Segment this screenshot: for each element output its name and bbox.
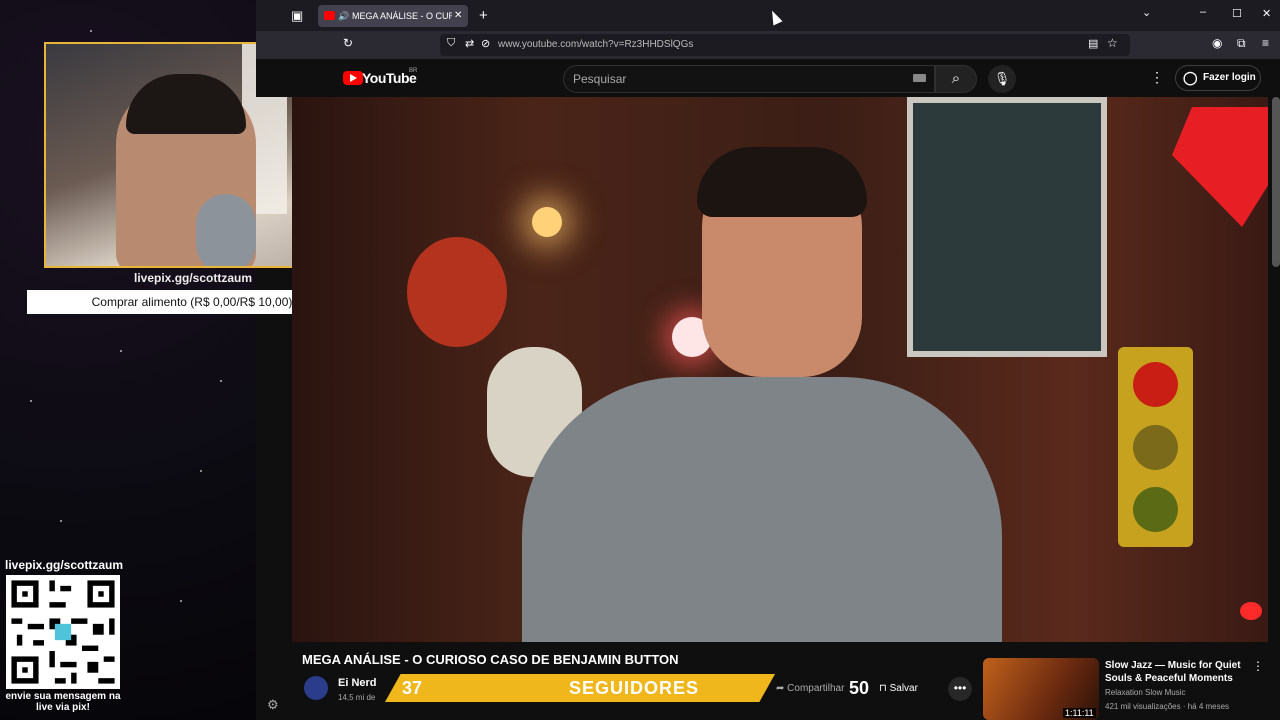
recommended-title[interactable]: Slow Jazz — Music for Quiet Souls & Peac… xyxy=(1105,659,1245,685)
qr-label: livepix.gg/scottzaum xyxy=(5,558,124,572)
maximize-button[interactable]: ☐ xyxy=(1232,7,1242,20)
video-title: MEGA ANÁLISE - O CURIOSO CASO DE BENJAMI… xyxy=(302,652,679,667)
tab-overview-icon[interactable]: ▣ xyxy=(291,8,303,24)
bookmark-star-icon[interactable]: ☆ xyxy=(1107,36,1118,50)
keyboard-icon[interactable] xyxy=(913,74,926,82)
speaker-icon[interactable]: 🔊 xyxy=(338,5,349,27)
recommended-menu-icon[interactable]: ⋮ xyxy=(1252,659,1264,673)
followers-goal: 50 xyxy=(849,678,870,698)
recommended-meta: 421 mil visualizações · há 4 meses xyxy=(1105,702,1230,711)
permissions-icon[interactable]: ⇄ xyxy=(465,37,474,50)
thumbnail-duration: 1:11:11 xyxy=(1063,708,1096,718)
autoplay-blocked-icon[interactable]: ⊘ xyxy=(481,37,490,50)
reader-view-icon[interactable]: ▤ xyxy=(1088,37,1098,50)
browser-tab[interactable]: 🔊 MEGA ANÁLISE - O CURIOSO ✕ xyxy=(318,5,468,27)
tab-list-chevron-icon[interactable]: ⌄ xyxy=(1142,6,1151,19)
channel-subscribers: 14,5 mi de xyxy=(338,693,376,702)
account-icon[interactable]: ◉ xyxy=(1212,36,1222,50)
close-window-button[interactable]: ✕ xyxy=(1262,7,1271,20)
shield-icon[interactable]: ⛉ xyxy=(447,37,455,50)
extensions-icon[interactable]: ⧉ xyxy=(1237,36,1246,51)
superman-sign xyxy=(1172,107,1268,227)
settings-dots-icon[interactable]: ⋮ xyxy=(1150,69,1164,86)
url-text[interactable]: www.youtube.com/watch?v=Rz3HHDSlQGs xyxy=(498,39,693,50)
lamp-light xyxy=(532,207,562,237)
bookmark-icon: ⊓ xyxy=(879,683,890,694)
qr-code xyxy=(6,575,120,689)
recommended-channel[interactable]: Relaxation Slow Music xyxy=(1105,688,1185,697)
close-tab-icon[interactable]: ✕ xyxy=(454,5,462,27)
more-actions-button[interactable]: ••• xyxy=(948,677,972,701)
traffic-light-decor xyxy=(1118,347,1193,547)
search-button[interactable]: ⌕ xyxy=(935,65,977,93)
microphone xyxy=(196,194,256,266)
youtube-logo-icon[interactable] xyxy=(343,71,363,85)
figure-deadpool xyxy=(407,237,507,347)
channel-avatar[interactable] xyxy=(304,676,328,700)
save-label: Salvar xyxy=(889,683,918,694)
cam-caption: livepix.gg/scottzaum xyxy=(134,271,253,285)
login-button[interactable]: ◯ Fazer login xyxy=(1175,65,1261,91)
qr-message: envie sua mensagem na live via pix! xyxy=(5,691,121,713)
share-icon: ➦ xyxy=(776,683,788,694)
new-tab-button[interactable]: + xyxy=(479,7,488,24)
presenter-hair xyxy=(697,147,867,217)
tab-title: MEGA ANÁLISE - O CURIOSO xyxy=(352,11,452,21)
settings-gear-icon[interactable]: ⚙ xyxy=(267,697,279,713)
youtube-favicon-icon xyxy=(324,11,335,20)
streamer-hair xyxy=(126,74,246,134)
share-button[interactable]: ➦ Compartilhar xyxy=(776,683,844,694)
save-button[interactable]: ⊓ Salvar xyxy=(879,683,918,694)
search-icon: ⌕ xyxy=(951,70,961,87)
search-placeholder[interactable]: Pesquisar xyxy=(573,72,626,86)
poster-frame xyxy=(907,97,1107,357)
share-label: Compartilhar xyxy=(787,683,845,694)
minimize-button[interactable]: – xyxy=(1200,6,1206,18)
user-circle-icon: ◯ xyxy=(1183,70,1198,85)
voice-search-mic-icon[interactable]: 🎙 xyxy=(988,65,1016,93)
reload-icon[interactable]: ↻ xyxy=(343,36,353,50)
youtube-watermark-icon[interactable] xyxy=(1240,602,1262,620)
followers-label: SEGUIDORES xyxy=(569,678,700,698)
menu-icon[interactable]: ≡ xyxy=(1262,36,1269,50)
video-player[interactable] xyxy=(292,97,1268,642)
region-code: BR xyxy=(409,68,418,74)
followers-count: 37 xyxy=(402,678,423,698)
presenter-body xyxy=(522,377,1002,642)
channel-name[interactable]: Ei Nerd xyxy=(338,677,377,689)
page-scrollbar[interactable] xyxy=(1272,97,1280,267)
login-label: Fazer login xyxy=(1203,72,1256,83)
